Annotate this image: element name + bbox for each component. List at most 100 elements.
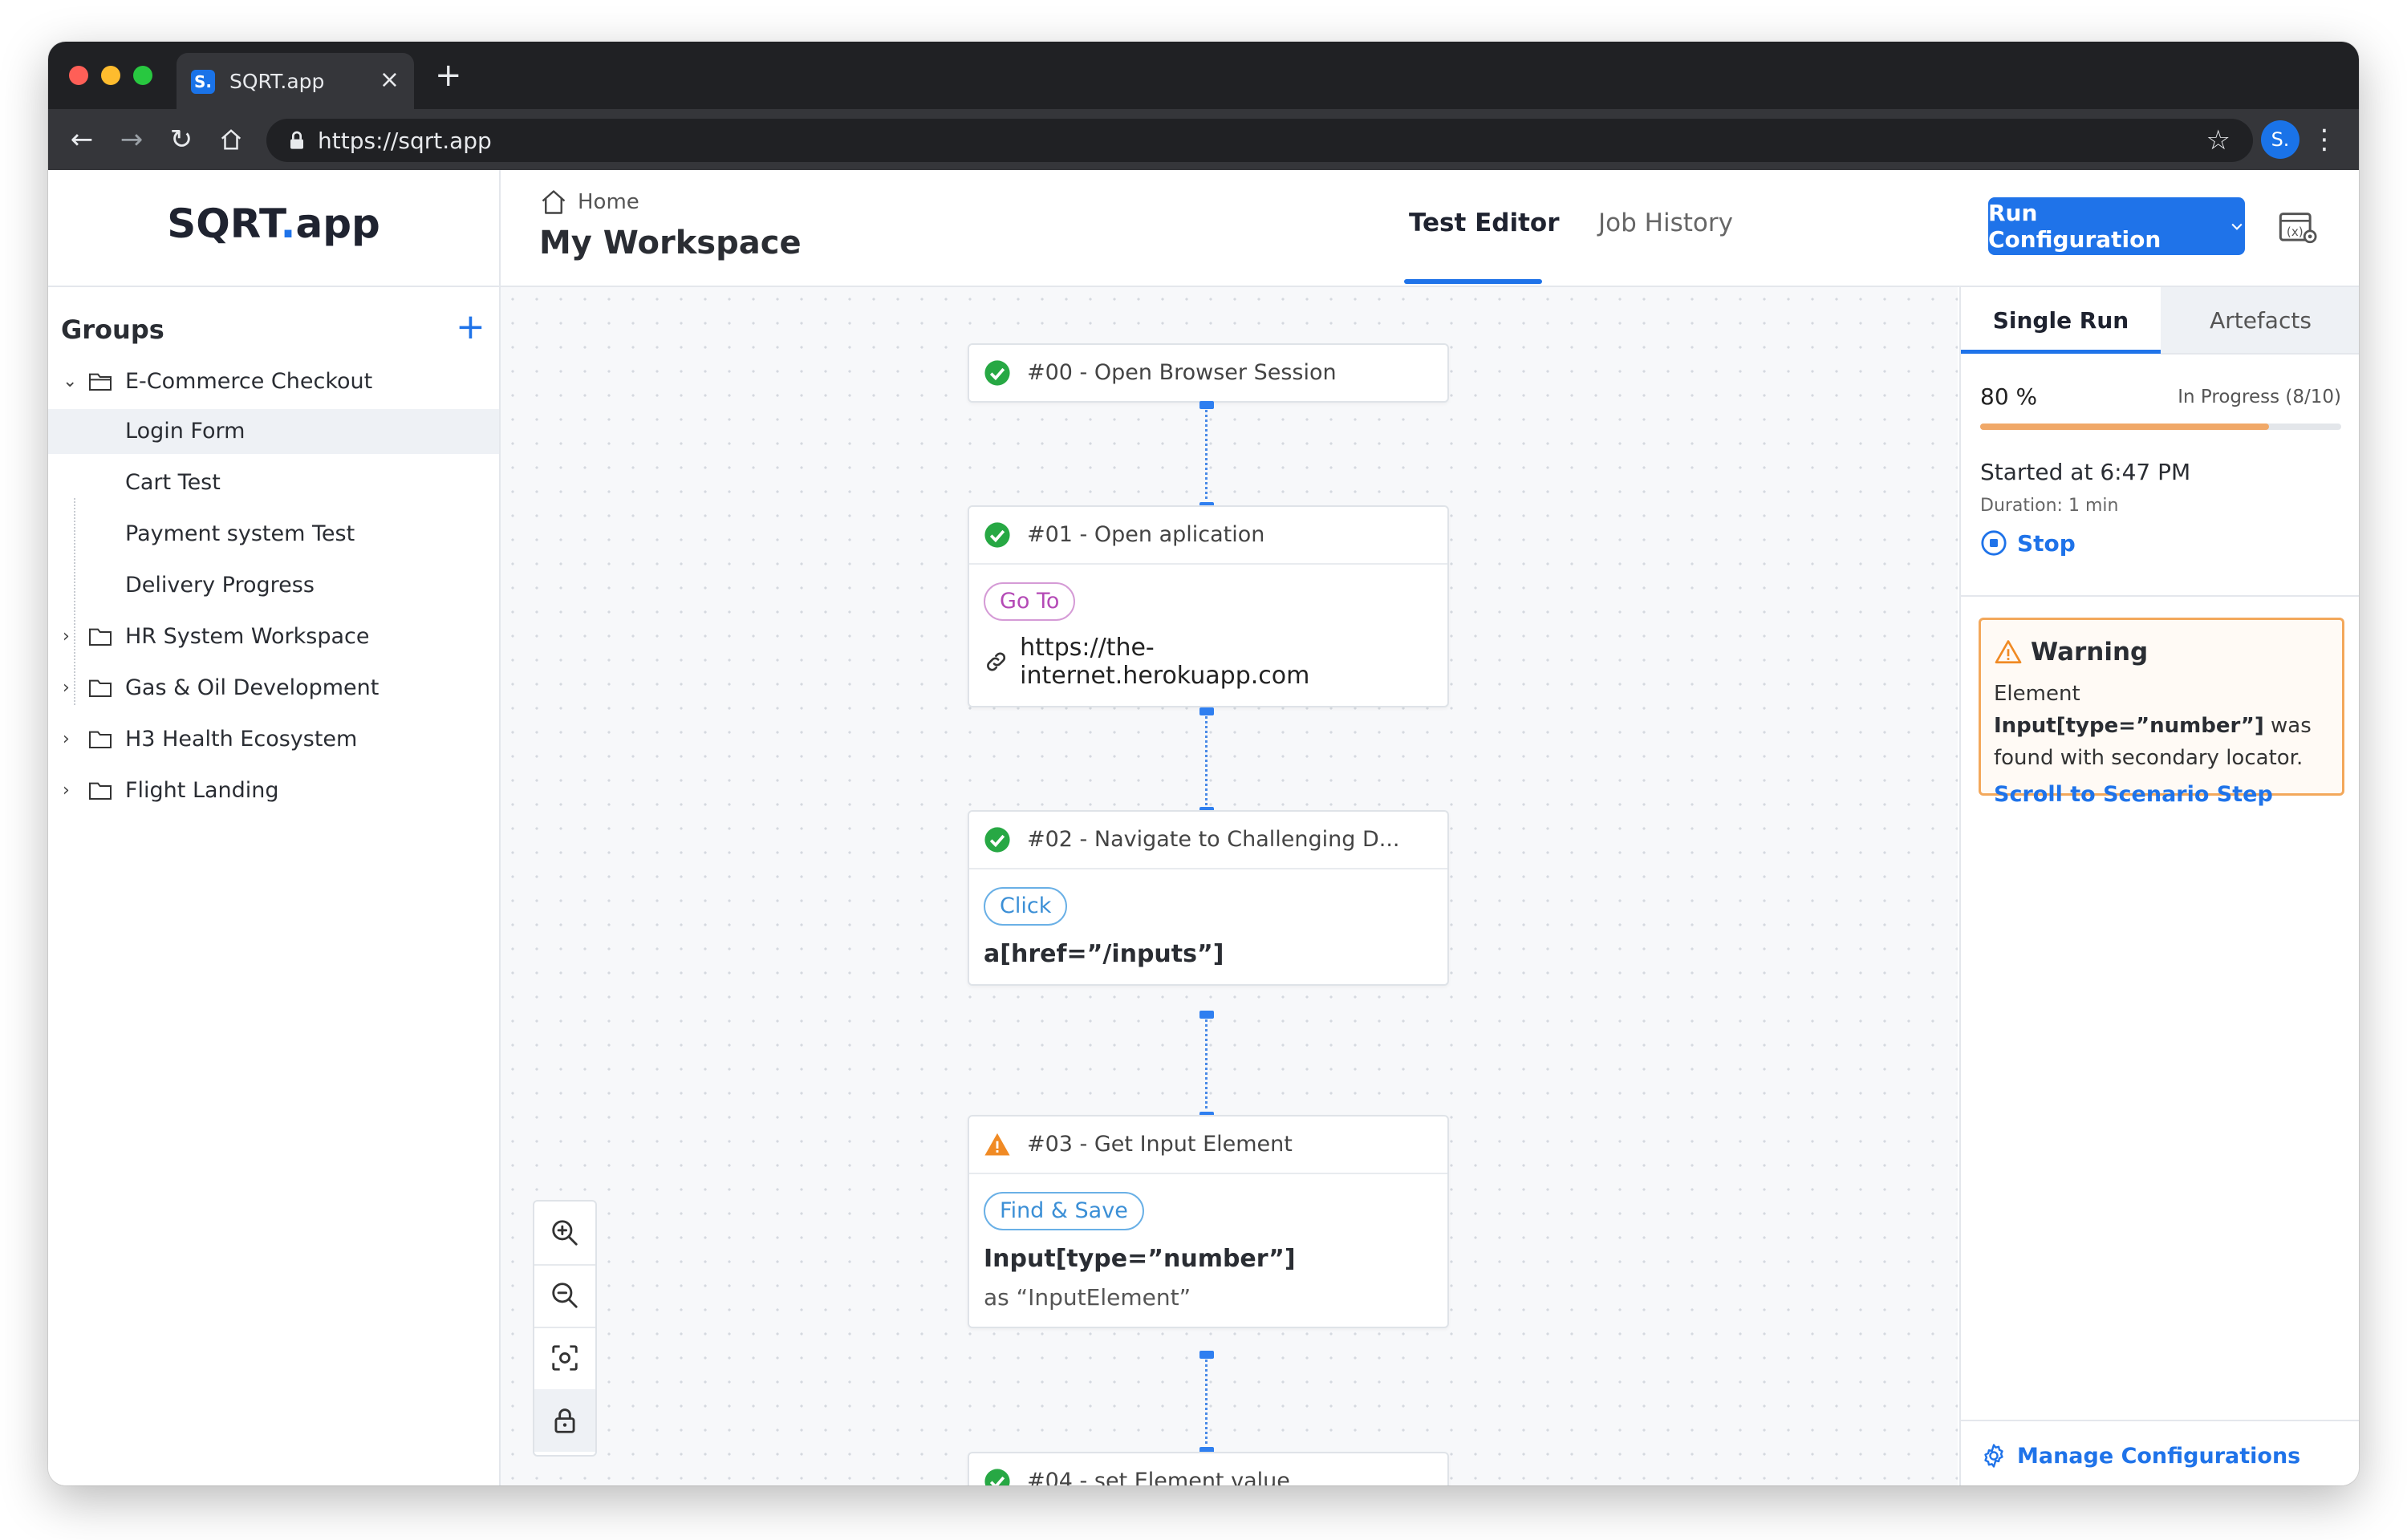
chevron-right-icon[interactable]: › (63, 728, 79, 751)
tree-item-label: Payment system Test (125, 521, 355, 546)
logo-dot: . (280, 201, 296, 247)
maximize-window-button[interactable] (133, 66, 152, 85)
zoom-in-button[interactable] (534, 1202, 595, 1266)
app-logo[interactable]: SQRT.app (48, 201, 499, 247)
groups-title: Groups (61, 314, 164, 345)
step-header: #04 - set Element value (969, 1453, 1447, 1485)
home-icon (542, 190, 566, 214)
tab-job-history[interactable]: Job History (1598, 209, 1733, 237)
reload-icon[interactable]: ↻ (164, 122, 199, 157)
zoom-controls (533, 1200, 597, 1457)
step-node-01[interactable]: #01 - Open aplication Go To https://the-… (968, 505, 1449, 707)
check-circle-icon (984, 522, 1010, 548)
run-duration: Duration: 1 min (1980, 496, 2119, 516)
svg-text:(x): (x) (2287, 225, 2303, 239)
new-tab-icon[interactable]: + (435, 59, 462, 91)
run-panel-footer: Manage Configurations (1961, 1420, 2359, 1485)
fit-view-button[interactable] (534, 1327, 595, 1391)
zoom-out-button[interactable] (534, 1264, 595, 1328)
favicon-icon: S. (191, 70, 215, 94)
breadcrumb[interactable]: Home (539, 188, 639, 217)
tree-folder-flight-landing[interactable]: › Flight Landing (48, 768, 499, 813)
step-header: #02 - Navigate to Challenging D... (969, 812, 1447, 869)
connector-handle[interactable] (1199, 1011, 1214, 1019)
variables-settings-icon[interactable]: (x) (2277, 207, 2319, 249)
tree-item-delivery-progress[interactable]: Delivery Progress (48, 563, 499, 608)
check-circle-icon (984, 360, 1010, 386)
step-body: Find & Save Input[type=”number”] as “Inp… (969, 1174, 1447, 1327)
progress-bar (1980, 424, 2341, 430)
zoom-in-icon (552, 1220, 578, 1246)
connector-handle[interactable] (1199, 1351, 1214, 1359)
tree-item-label: Delivery Progress (125, 573, 315, 598)
folder-open-icon (89, 373, 112, 391)
add-group-icon[interactable]: + (456, 308, 485, 346)
tab-artefacts[interactable]: Artefacts (2161, 287, 2359, 355)
close-window-button[interactable] (69, 66, 88, 85)
chevron-right-icon[interactable]: › (63, 780, 79, 802)
forward-icon[interactable]: → (114, 122, 149, 157)
progress-percent: 80 % (1980, 383, 2038, 410)
browser-menu-icon[interactable]: ⋮ (2311, 120, 2338, 159)
address-bar[interactable]: https://sqrt.app ☆ (266, 119, 2253, 162)
folder-icon (89, 731, 112, 748)
tab-single-run[interactable]: Single Run (1961, 287, 2161, 353)
step-selector: a[href=”/inputs”] (984, 940, 1224, 968)
step-body: Go To https://the-internet.herokuapp.com (969, 565, 1447, 706)
chevron-down-icon[interactable]: ⌄ (63, 371, 79, 393)
tree-folder-gas-oil[interactable]: › Gas & Oil Development (48, 666, 499, 711)
run-status: 80 % In Progress (8/10) Started at 6:47 … (1961, 355, 2359, 597)
browser-home-icon[interactable] (213, 122, 249, 160)
tree-folder-h3-health[interactable]: › H3 Health Ecosystem (48, 717, 499, 762)
url-text: https://sqrt.app (318, 128, 492, 154)
minimize-window-button[interactable] (101, 66, 120, 85)
stop-label: Stop (2017, 529, 2076, 557)
step-connector (1205, 1354, 1208, 1450)
chevron-right-icon[interactable]: › (63, 626, 79, 648)
step-node-03[interactable]: #03 - Get Input Element Find & Save Inpu… (968, 1115, 1449, 1328)
tree-folder-ecommerce[interactable]: ⌄ E-Commerce Checkout (48, 359, 499, 404)
browser-tab-title: SQRT.app (229, 70, 325, 93)
bookmark-star-icon[interactable]: ☆ (2206, 124, 2230, 157)
connector-handle[interactable] (1199, 707, 1214, 715)
step-node-02[interactable]: #02 - Navigate to Challenging D... Click… (968, 810, 1449, 986)
browser-tab[interactable]: S. SQRT.app × (177, 53, 414, 109)
step-node-00[interactable]: #00 - Open Browser Session (968, 343, 1449, 403)
step-title: #02 - Navigate to Challenging D... (1027, 827, 1400, 852)
run-panel: Single Run Artefacts 80 % In Progress (8… (1959, 287, 2359, 1485)
close-tab-icon[interactable]: × (380, 66, 400, 95)
chevron-right-icon[interactable]: › (63, 677, 79, 699)
run-configuration-button[interactable]: Run Configuration (1988, 197, 2245, 255)
profile-avatar[interactable]: S. (2261, 120, 2299, 159)
flow-canvas[interactable]: #00 - Open Browser Session #01 - Open ap… (501, 287, 1958, 1485)
progress-bar-fill (1980, 424, 2269, 430)
step-header: #01 - Open aplication (969, 507, 1447, 565)
lock-canvas-button[interactable] (534, 1389, 595, 1452)
tree-folder-label: Gas & Oil Development (125, 675, 380, 700)
connector-handle[interactable] (1199, 401, 1214, 409)
logo-area: SQRT.app (48, 170, 501, 286)
logo-suffix: app (295, 201, 380, 247)
tree-item-login-form[interactable]: Login Form (48, 409, 499, 454)
tree-item-payment-system-test[interactable]: Payment system Test (48, 512, 499, 557)
step-url-text: https://the-internet.herokuapp.com (1020, 634, 1310, 690)
action-chip-click: Click (984, 887, 1068, 926)
tab-test-editor[interactable]: Test Editor (1409, 209, 1560, 237)
app-header: SQRT.app Home My Workspace Test Editor J… (48, 170, 2359, 287)
folder-icon (89, 782, 112, 800)
scroll-to-step-link[interactable]: Scroll to Scenario Step (1994, 782, 2329, 807)
tree-item-cart-test[interactable]: Cart Test (48, 460, 499, 505)
step-node-04[interactable]: #04 - set Element value (968, 1452, 1449, 1485)
fit-view-icon (552, 1345, 578, 1371)
lock-icon (290, 131, 303, 149)
step-body: Click a[href=”/inputs”] (969, 869, 1447, 984)
tree-item-label: Cart Test (125, 470, 221, 495)
back-icon[interactable]: ← (64, 122, 99, 157)
step-title: #03 - Get Input Element (1027, 1132, 1293, 1157)
tree-folder-hr-system[interactable]: › HR System Workspace (48, 614, 499, 659)
manage-configurations-label: Manage Configurations (2017, 1443, 2301, 1469)
manage-configurations-link[interactable]: Manage Configurations (1980, 1442, 2300, 1469)
browser-window: S. SQRT.app × + ← → ↻ https://sqrt.app ☆… (48, 42, 2359, 1485)
stop-button[interactable]: Stop (1980, 529, 2076, 557)
step-alias: as “InputElement” (984, 1284, 1191, 1311)
